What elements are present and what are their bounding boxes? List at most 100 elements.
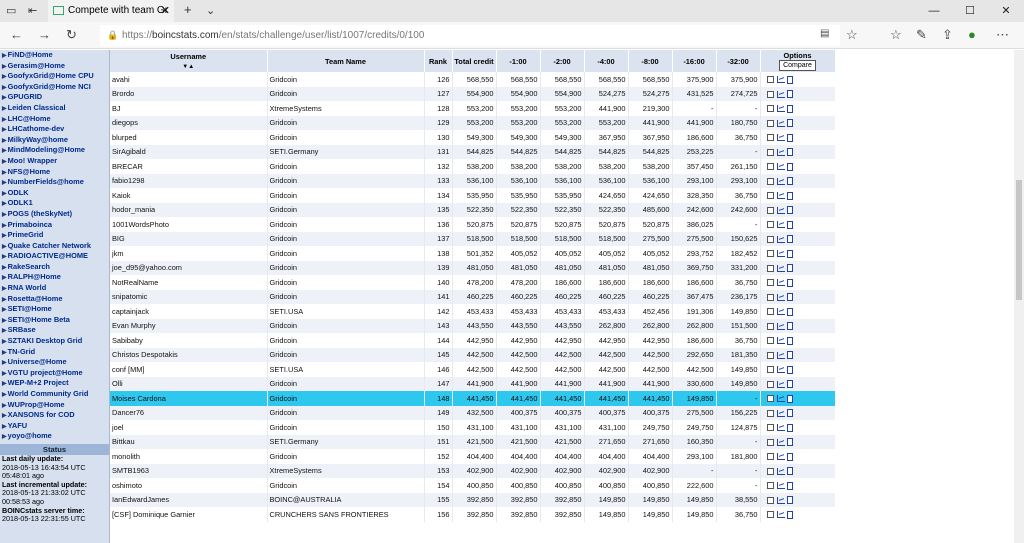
refresh-icon[interactable]: ↻ (66, 27, 77, 43)
compare-checkbox[interactable] (766, 148, 774, 156)
scrollbar-thumb[interactable] (1016, 180, 1022, 300)
details-icon[interactable] (786, 191, 793, 200)
chart-icon[interactable] (776, 221, 785, 229)
chart-icon[interactable] (776, 308, 785, 316)
chart-icon[interactable] (776, 235, 785, 243)
sidebar-project-link[interactable]: ▶FiND@Home (0, 50, 109, 61)
compare-checkbox[interactable] (766, 482, 774, 490)
username-cell[interactable]: SirAgibald (110, 144, 268, 159)
maximize-icon[interactable]: ☐ (952, 0, 988, 22)
share-icon[interactable]: ⇪ (942, 27, 953, 43)
username-cell[interactable]: oshimoto (110, 478, 268, 493)
username-cell[interactable]: [CSF] Dominique Garnier (110, 507, 268, 522)
details-icon[interactable] (786, 307, 793, 316)
compare-checkbox[interactable] (766, 453, 774, 461)
compare-checkbox[interactable] (766, 221, 774, 229)
username-cell[interactable]: captainjack (110, 304, 268, 319)
chart-icon[interactable] (776, 496, 785, 504)
details-icon[interactable] (786, 75, 793, 84)
sidebar-project-link[interactable]: ▶ODLK1 (0, 198, 109, 209)
username-cell[interactable]: conf [MM] (110, 362, 268, 377)
username-cell[interactable]: Bittkau (110, 434, 268, 449)
details-icon[interactable] (786, 235, 793, 244)
sidebar-project-link[interactable]: ▶LHC@Home (0, 114, 109, 125)
details-icon[interactable] (786, 365, 793, 374)
compare-checkbox[interactable] (766, 293, 774, 301)
col-4h-header[interactable]: -4:00 (584, 50, 629, 72)
compare-checkbox[interactable] (766, 192, 774, 200)
sidebar-project-link[interactable]: ▶ODLK (0, 188, 109, 199)
sidebar-project-link[interactable]: ▶POGS (theSkyNet) (0, 209, 109, 220)
sidebar-project-link[interactable]: ▶PrimeGrid (0, 230, 109, 241)
username-cell[interactable]: Dancer76 (110, 405, 268, 420)
sidebar-project-link[interactable]: ▶XANSONS for COD (0, 410, 109, 421)
username-cell[interactable]: Sabibaby (110, 333, 268, 348)
compare-checkbox[interactable] (766, 424, 774, 432)
compare-checkbox[interactable] (766, 264, 774, 272)
sidebar-project-link[interactable]: ▶Leiden Classical (0, 103, 109, 114)
username-cell[interactable]: 1001WordsPhoto (110, 217, 268, 232)
username-cell[interactable]: Kaiok (110, 188, 268, 203)
team-column-header[interactable]: Team Name (267, 50, 425, 72)
chart-icon[interactable] (776, 322, 785, 330)
compare-checkbox[interactable] (766, 308, 774, 316)
details-icon[interactable] (786, 452, 793, 461)
sidebar-project-link[interactable]: ▶RALPH@Home (0, 272, 109, 283)
chart-icon[interactable] (776, 380, 785, 388)
details-icon[interactable] (786, 496, 793, 505)
chart-icon[interactable] (776, 177, 785, 185)
compare-checkbox[interactable] (766, 76, 774, 84)
new-tab-icon[interactable]: + (184, 2, 192, 17)
username-cell[interactable]: jkm (110, 246, 268, 261)
sidebar-project-link[interactable]: ▶RakeSearch (0, 262, 109, 273)
chart-icon[interactable] (776, 119, 785, 127)
minimize-icon[interactable]: — (916, 0, 952, 22)
chart-icon[interactable] (776, 453, 785, 461)
details-icon[interactable] (786, 162, 793, 171)
reading-view-icon[interactable]: ▤ (820, 28, 829, 39)
chart-icon[interactable] (776, 293, 785, 301)
sidebar-project-link[interactable]: ▶Quake Catcher Network (0, 241, 109, 252)
sidebar-project-link[interactable]: ▶SZTAKI Desktop Grid (0, 336, 109, 347)
sidebar-project-link[interactable]: ▶Gerasim@Home (0, 61, 109, 72)
col-1h-header[interactable]: -1:00 (496, 50, 541, 72)
username-column-header[interactable]: Username ▼▲ (110, 50, 268, 72)
details-icon[interactable] (786, 104, 793, 113)
details-icon[interactable] (786, 423, 793, 432)
compare-checkbox[interactable] (766, 409, 774, 417)
total-credit-column-header[interactable]: Total credit (452, 50, 497, 72)
username-cell[interactable]: BIG (110, 231, 268, 246)
username-cell[interactable]: Evan Murphy (110, 318, 268, 333)
forward-icon[interactable]: → (38, 27, 51, 42)
sidebar-project-link[interactable]: ▶SETI@Home Beta (0, 315, 109, 326)
close-window-icon[interactable]: ✕ (988, 0, 1024, 22)
sidebar-project-link[interactable]: ▶NFS@Home (0, 167, 109, 178)
sidebar-project-link[interactable]: ▶NumberFields@home (0, 177, 109, 188)
username-cell[interactable]: Brordo (110, 86, 268, 101)
compare-checkbox[interactable] (766, 279, 774, 287)
compare-checkbox[interactable] (766, 134, 774, 142)
compare-checkbox[interactable] (766, 322, 774, 330)
sidebar-project-link[interactable]: ▶Universe@Home (0, 357, 109, 368)
sidebar-project-link[interactable]: ▶SRBase (0, 325, 109, 336)
compare-checkbox[interactable] (766, 438, 774, 446)
chart-icon[interactable] (776, 395, 785, 403)
username-cell[interactable]: diegops (110, 115, 268, 130)
sidebar-project-link[interactable]: ▶RADIOACTIVE@HOME (0, 251, 109, 262)
sidebar-project-link[interactable]: ▶Moo! Wrapper (0, 156, 109, 167)
details-icon[interactable] (786, 278, 793, 287)
set-aside-tabs-icon[interactable]: ⇤ (28, 4, 37, 17)
rank-column-header[interactable]: Rank (424, 50, 453, 72)
chart-icon[interactable] (776, 337, 785, 345)
details-icon[interactable] (786, 380, 793, 389)
chart-icon[interactable] (776, 134, 785, 142)
username-cell[interactable]: IanEdwardJames (110, 492, 268, 507)
details-icon[interactable] (786, 510, 793, 519)
chart-icon[interactable] (776, 409, 785, 417)
details-icon[interactable] (786, 264, 793, 273)
compare-checkbox[interactable] (766, 90, 774, 98)
details-icon[interactable] (786, 394, 793, 403)
sidebar-project-link[interactable]: ▶LHCathome-dev (0, 124, 109, 135)
username-cell[interactable]: snipatomic (110, 289, 268, 304)
compare-checkbox[interactable] (766, 337, 774, 345)
